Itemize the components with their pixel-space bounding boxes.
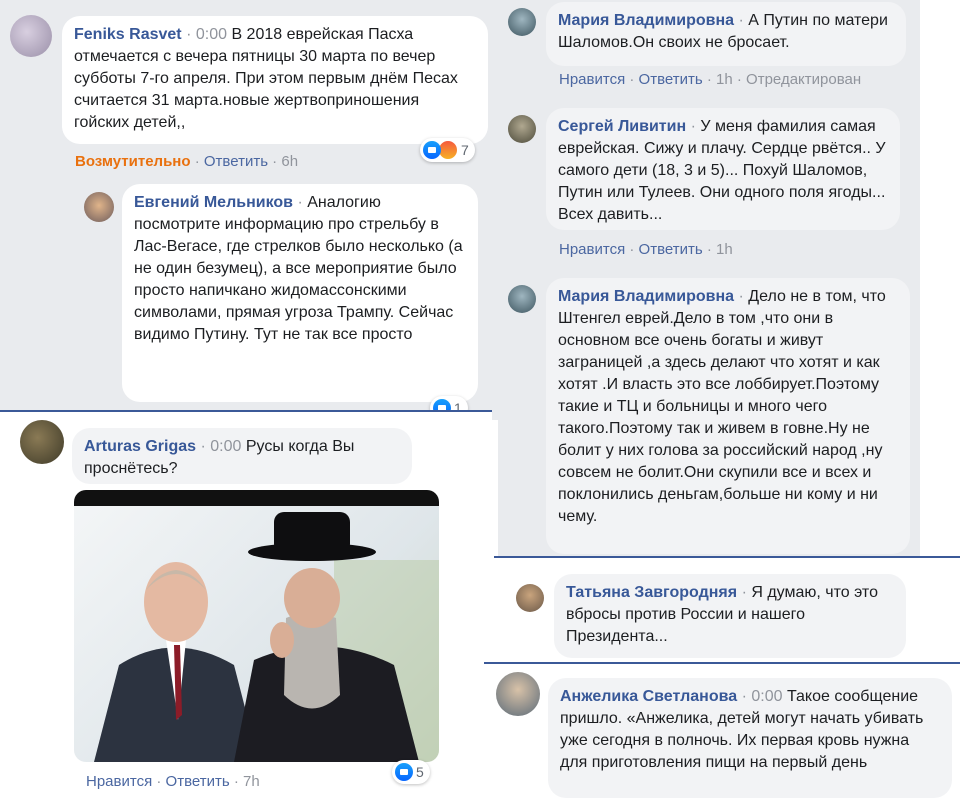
comment-author[interactable]: Мария Владимировна [558, 288, 734, 305]
reply-link[interactable]: Ответить [639, 71, 703, 88]
comment-author[interactable]: Feniks Rasvet [74, 26, 182, 43]
angry-reaction-icon [438, 140, 458, 160]
comment-actions: Нравится · Ответить · 1h · Отредактирова… [559, 71, 862, 88]
comment-timestamp: · 0:00 [741, 688, 783, 705]
reply-link[interactable]: Ответить [166, 773, 230, 790]
comment-bubble: Feniks Rasvet · 0:00 В 2018 еврейская Па… [62, 16, 488, 144]
comment-panel-3: Мария Владимировна · А Путин по матери Ш… [498, 0, 920, 560]
avatar[interactable] [20, 420, 64, 464]
comment-bubble: Мария Владимировна · А Путин по матери Ш… [546, 2, 906, 66]
reply-link[interactable]: Ответить [639, 241, 703, 258]
like-link[interactable]: Нравится [559, 241, 625, 258]
attached-photo[interactable] [74, 490, 439, 762]
like-reaction-icon [423, 141, 441, 159]
reaction-summary[interactable]: 7 [420, 138, 475, 162]
comment-bubble: Мария Владимировна · Дело не в том, что … [546, 278, 910, 554]
comment-author[interactable]: Мария Владимировна [558, 12, 734, 29]
reply-link[interactable]: Ответить [204, 153, 268, 170]
comment-author[interactable]: Татьяна Завгородняя [566, 584, 737, 601]
comment-text: Дело не в том, что Штенгел еврей.Дело в … [558, 288, 886, 525]
comment-bubble: Анжелика Светланова · 0:00 Такое сообщен… [548, 678, 952, 798]
comment-actions: Нравится · Ответить · 7h [86, 773, 260, 790]
reaction-label[interactable]: Возмутительно [75, 153, 191, 170]
comment-author[interactable]: Евгений Мельников [134, 194, 293, 211]
comment-panel-2: Arturas Grigas · 0:00 Русы когда Вы прос… [0, 410, 492, 804]
avatar[interactable] [496, 672, 540, 716]
photo-figures [74, 490, 439, 762]
comment-panel-1: Feniks Rasvet · 0:00 В 2018 еврейская Па… [0, 0, 500, 420]
like-link[interactable]: Нравится [86, 773, 152, 790]
reaction-count: 5 [416, 764, 424, 780]
comment-timestamp: · 0:00 [186, 26, 227, 43]
comment-bubble: Татьяна Завгородняя · Я думаю, что это в… [554, 574, 906, 658]
avatar[interactable] [508, 285, 536, 313]
comment-panel-4: Татьяна Завгородняя · Я думаю, что это в… [494, 556, 960, 662]
edited-label[interactable]: Отредактирован [746, 71, 861, 88]
comment-author[interactable]: Анжелика Светланова [560, 688, 737, 705]
reaction-summary[interactable]: 5 [392, 760, 430, 784]
comment-timestamp: · 0:00 [200, 438, 242, 455]
avatar[interactable] [508, 115, 536, 143]
comment-age[interactable]: 7h [243, 773, 260, 790]
comment-age[interactable]: 1h [716, 71, 733, 88]
like-reaction-icon [395, 763, 413, 781]
comment-author[interactable]: Сергей Ливитин [558, 118, 686, 135]
comment-author[interactable]: Arturas Grigas [84, 438, 196, 455]
comment-age[interactable]: 6h [281, 153, 298, 170]
comment-age[interactable]: 1h [716, 241, 733, 258]
comment-actions: Нравится · Ответить · 1h [559, 241, 733, 258]
comment-actions: Возмутительно · Ответить · 6h [75, 153, 299, 170]
like-link[interactable]: Нравится [559, 71, 625, 88]
avatar[interactable] [84, 192, 114, 222]
avatar[interactable] [516, 584, 544, 612]
avatar[interactable] [508, 8, 536, 36]
reaction-count: 7 [461, 142, 469, 158]
comment-panel-5: Анжелика Светланова · 0:00 Такое сообщен… [484, 662, 960, 804]
reply-bubble: Евгений Мельников · Аналогию посмотрите … [122, 184, 478, 402]
avatar[interactable] [10, 15, 52, 57]
comment-bubble: Arturas Grigas · 0:00 Русы когда Вы прос… [72, 428, 412, 484]
comment-text: Аналогию посмотрите информацию про стрел… [134, 194, 463, 343]
comment-bubble: Сергей Ливитин · У меня фамилия самая ев… [546, 108, 900, 230]
